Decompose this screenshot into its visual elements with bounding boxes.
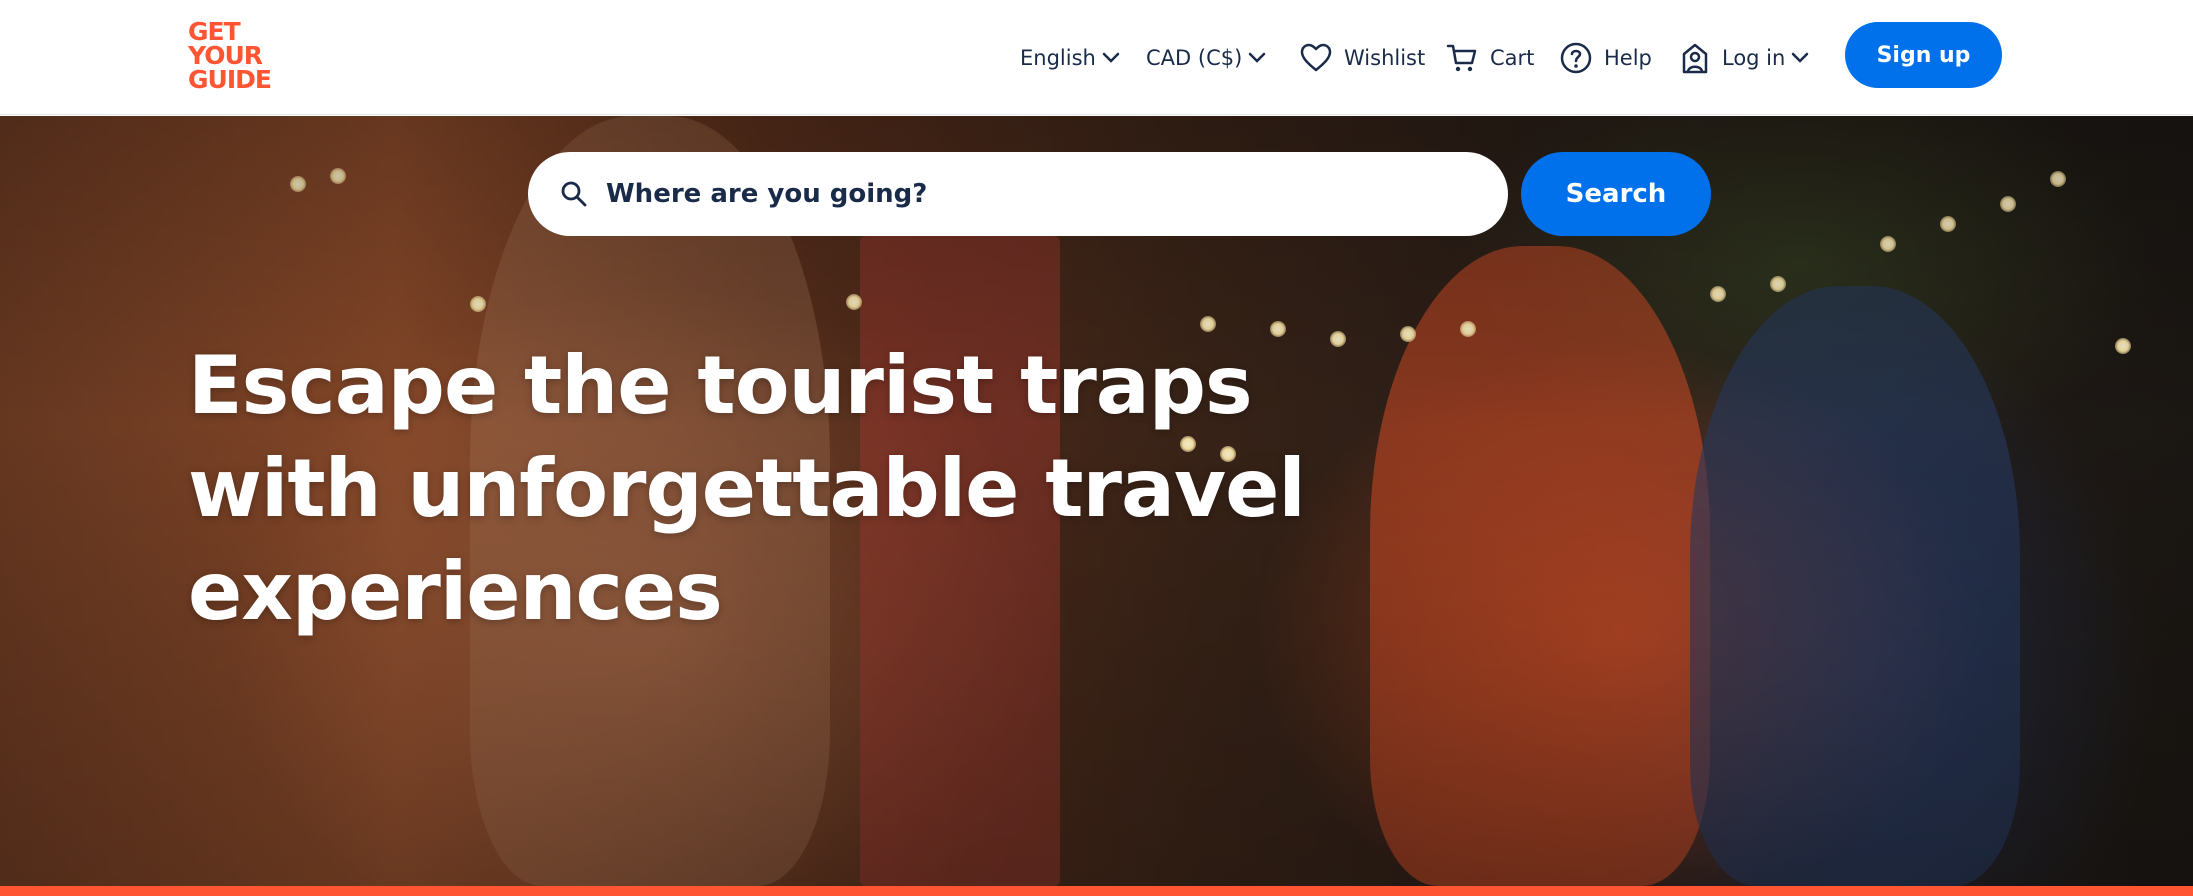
language-selector[interactable]: English	[1014, 0, 1120, 115]
wishlist-link[interactable]: Wishlist	[1300, 0, 1431, 115]
chevron-down-icon	[1249, 52, 1266, 63]
hero-headline: Escape the tourist traps with unforgetta…	[188, 334, 1338, 643]
site-header: GET YOUR GUIDE English CAD (C$) Wishlist…	[0, 0, 2193, 115]
bottom-accent-strip	[0, 886, 2193, 896]
currency-label: CAD (C$)	[1146, 45, 1243, 70]
headline-line-1: Escape the tourist traps	[188, 339, 1253, 432]
language-label: English	[1020, 45, 1096, 70]
cart-icon	[1446, 44, 1477, 71]
search-input[interactable]	[606, 168, 1486, 220]
chevron-down-icon	[1102, 52, 1120, 63]
cart-label: Cart	[1490, 45, 1535, 70]
login-menu[interactable]: Log in	[1680, 0, 1809, 115]
user-icon	[1682, 43, 1708, 73]
help-icon	[1560, 42, 1592, 73]
headline-line-2: with unforgettable travel	[188, 442, 1306, 535]
wishlist-label: Wishlist	[1344, 45, 1426, 70]
logo-line-3: GUIDE	[188, 65, 272, 94]
login-label: Log in	[1722, 45, 1786, 70]
heart-icon	[1300, 43, 1332, 71]
signup-button[interactable]: Sign up	[1845, 22, 2002, 88]
cart-link[interactable]: Cart	[1446, 0, 1540, 115]
search-bar	[528, 152, 1508, 236]
currency-selector[interactable]: CAD (C$)	[1140, 0, 1266, 115]
help-link[interactable]: Help	[1560, 0, 1658, 115]
search-icon	[561, 181, 587, 207]
hero-banner: Search Escape the tourist traps with unf…	[0, 116, 2193, 886]
chevron-down-icon	[1792, 52, 1809, 63]
logo[interactable]: GET YOUR GUIDE	[188, 19, 278, 94]
headline-line-3: experiences	[188, 545, 723, 638]
help-label: Help	[1604, 45, 1652, 70]
search-button[interactable]: Search	[1521, 152, 1711, 236]
